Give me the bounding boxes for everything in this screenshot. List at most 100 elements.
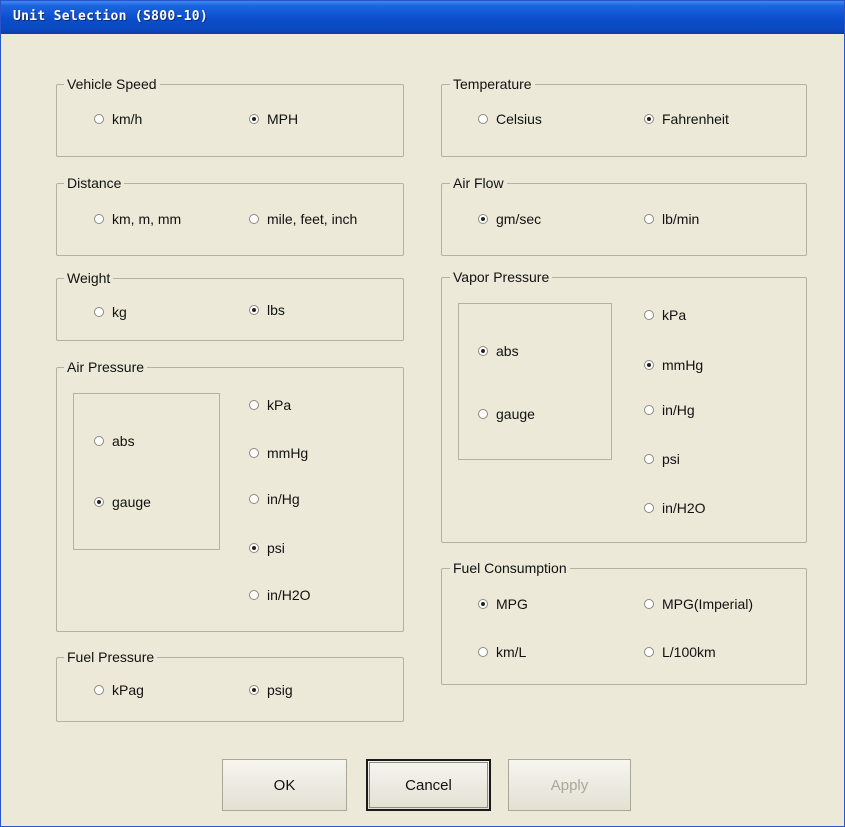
ok-button[interactable]: OK (222, 759, 347, 811)
radio-air-gauge[interactable]: gauge (94, 492, 151, 512)
radio-label: Fahrenheit (662, 111, 729, 127)
radio-indicator (94, 114, 104, 124)
radio-indicator (644, 214, 654, 224)
radio-label: lb/min (662, 211, 700, 227)
radio-indicator (249, 114, 259, 124)
radio-label: in/Hg (267, 491, 300, 507)
radio-air-mmhg[interactable]: mmHg (249, 443, 308, 463)
air-flow-label: Air Flow (450, 175, 507, 191)
radio-indicator (644, 454, 654, 464)
radio-fahrenheit[interactable]: Fahrenheit (644, 109, 729, 129)
radio-label: abs (496, 343, 519, 359)
radio-label: gauge (496, 406, 535, 422)
radio-indicator (478, 114, 488, 124)
radio-label: psi (267, 540, 285, 556)
radio-indicator (644, 310, 654, 320)
radio-l100km[interactable]: L/100km (644, 642, 716, 662)
radio-vapor-psi[interactable]: psi (644, 449, 680, 469)
radio-label: abs (112, 433, 135, 449)
fuel-consumption-group (441, 568, 807, 685)
weight-label: Weight (64, 270, 114, 286)
radio-vapor-abs[interactable]: abs (478, 341, 519, 361)
radio-air-psi[interactable]: psi (249, 538, 285, 558)
radio-indicator (478, 647, 488, 657)
radio-air-inhg[interactable]: in/Hg (249, 489, 300, 509)
radio-label: psig (267, 682, 293, 698)
window-title: Unit Selection (S800-10) (13, 9, 209, 24)
unit-selection-dialog: Unit Selection (S800-10) Vehicle Speed k… (0, 0, 845, 827)
radio-air-abs[interactable]: abs (94, 431, 135, 451)
radio-label: MPH (267, 111, 299, 127)
apply-button[interactable]: Apply (508, 759, 631, 811)
radio-label: mmHg (267, 445, 309, 461)
radio-indicator (249, 305, 259, 315)
distance-label: Distance (64, 175, 125, 191)
vehicle-speed-label: Vehicle Speed (64, 76, 160, 92)
radio-label: mile, feet, inch (267, 211, 358, 227)
radio-vapor-inhg[interactable]: in/Hg (644, 400, 695, 420)
radio-psig[interactable]: psig (249, 680, 293, 700)
fuel-pressure-label: Fuel Pressure (64, 649, 158, 665)
radio-indicator (94, 497, 104, 507)
radio-indicator (249, 400, 259, 410)
radio-label: MPG(Imperial) (662, 596, 754, 612)
radio-celsius[interactable]: Celsius (478, 109, 542, 129)
radio-indicator (644, 360, 654, 370)
radio-lbmin[interactable]: lb/min (644, 209, 699, 229)
radio-mph[interactable]: MPH (249, 109, 298, 129)
fuel-consumption-label: Fuel Consumption (450, 560, 570, 576)
radio-label: kg (112, 304, 127, 320)
radio-mpg-imperial[interactable]: MPG(Imperial) (644, 594, 753, 614)
radio-mpg[interactable]: MPG (478, 594, 528, 614)
radio-label: gm/sec (496, 211, 542, 227)
radio-kg[interactable]: kg (94, 302, 127, 322)
cancel-button[interactable]: Cancel (366, 759, 491, 811)
radio-indicator (478, 599, 488, 609)
radio-indicator (249, 214, 259, 224)
radio-label: lbs (267, 302, 285, 318)
radio-label: km, m, mm (112, 211, 182, 227)
radio-label: kPag (112, 682, 144, 698)
radio-air-kpa[interactable]: kPa (249, 395, 291, 415)
temperature-label: Temperature (450, 76, 535, 92)
radio-vapor-gauge[interactable]: gauge (478, 404, 535, 424)
radio-label: in/Hg (662, 402, 695, 418)
radio-kpag[interactable]: kPag (94, 680, 144, 700)
radio-kml[interactable]: km/L (478, 642, 526, 662)
radio-lbs[interactable]: lbs (249, 300, 285, 320)
radio-imperial-distance[interactable]: mile, feet, inch (249, 209, 357, 229)
radio-label: in/H2O (267, 587, 311, 603)
radio-vapor-mmhg[interactable]: mmHg (644, 355, 703, 375)
radio-air-inh2o[interactable]: in/H2O (249, 585, 311, 605)
radio-metric-distance[interactable]: km, m, mm (94, 209, 181, 229)
radio-label: in/H2O (662, 500, 706, 516)
radio-label: L/100km (662, 644, 716, 660)
radio-gmsec[interactable]: gm/sec (478, 209, 541, 229)
vapor-pressure-mode-box (458, 303, 612, 460)
radio-kmh[interactable]: km/h (94, 109, 142, 129)
radio-indicator (478, 214, 488, 224)
radio-indicator (644, 405, 654, 415)
radio-indicator (94, 685, 104, 695)
radio-vapor-inh2o[interactable]: in/H2O (644, 498, 706, 518)
radio-label: km/h (112, 111, 143, 127)
radio-label: gauge (112, 494, 151, 510)
radio-indicator (644, 503, 654, 513)
radio-label: mmHg (662, 357, 704, 373)
air-pressure-mode-box (73, 393, 220, 550)
vapor-pressure-label: Vapor Pressure (450, 269, 553, 285)
radio-indicator (644, 114, 654, 124)
radio-indicator (644, 599, 654, 609)
radio-label: MPG (496, 596, 528, 612)
radio-indicator (249, 590, 259, 600)
air-pressure-label: Air Pressure (64, 359, 148, 375)
radio-indicator (249, 448, 259, 458)
radio-label: kPa (662, 307, 687, 323)
radio-indicator (94, 436, 104, 446)
radio-indicator (644, 647, 654, 657)
title-bar[interactable]: Unit Selection (S800-10) (1, 1, 844, 34)
radio-label: kPa (267, 397, 292, 413)
radio-indicator (94, 214, 104, 224)
radio-indicator (478, 346, 488, 356)
radio-vapor-kpa[interactable]: kPa (644, 305, 686, 325)
